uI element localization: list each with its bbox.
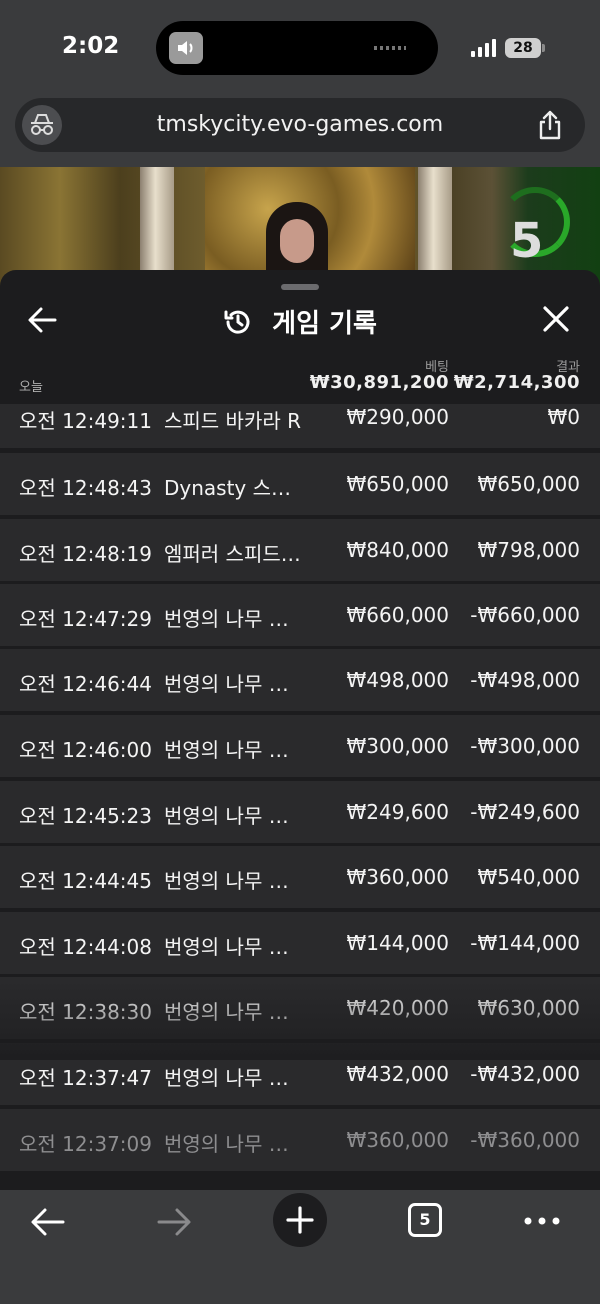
row-game: 번영의 나무 바... xyxy=(164,1066,306,1090)
tab-switcher-button[interactable]: 5 xyxy=(408,1203,442,1237)
history-row[interactable]: 오전 12:44:08 번영의 나무 바... ₩144,000 -₩144,000 xyxy=(0,912,600,974)
row-time: 오전 12:47:29 xyxy=(19,607,152,631)
arrow-right-icon[interactable] xyxy=(156,1207,192,1237)
signal-icon xyxy=(471,39,496,57)
row-bet: ₩432,000 xyxy=(346,1062,449,1086)
share-icon[interactable] xyxy=(537,110,563,140)
row-time: 오전 12:44:08 xyxy=(19,935,152,959)
battery-indicator: 28 xyxy=(505,38,541,58)
countdown-timer: 5 xyxy=(510,213,544,269)
row-time: 오전 12:48:43 xyxy=(19,476,152,500)
arrow-left-icon[interactable] xyxy=(30,1207,66,1237)
history-row[interactable]: 오전 12:47:29 번영의 나무 바... ₩660,000 -₩660,000 xyxy=(0,584,600,646)
address-bar[interactable]: tmskycity.evo-games.com xyxy=(15,98,585,152)
row-bet: ₩249,600 xyxy=(346,800,449,824)
row-game: 번영의 나무 바... xyxy=(164,607,306,631)
row-time: 오전 12:48:19 xyxy=(19,542,152,566)
section-label-today: 오늘 xyxy=(19,380,43,395)
history-row[interactable]: 오전 12:45:23 번영의 나무 바... ₩249,600 -₩249,600 xyxy=(0,781,600,843)
battery-cap xyxy=(542,44,545,52)
history-row[interactable]: 오전 12:48:43 Dynasty 스피... ₩650,000 ₩650,000 xyxy=(0,453,600,515)
list-fade xyxy=(0,980,600,1060)
row-time: 오전 12:37:09 xyxy=(19,1132,152,1156)
row-game: 번영의 나무 바... xyxy=(164,738,306,762)
row-game: 번영의 나무 바... xyxy=(164,672,306,696)
row-bet: ₩840,000 xyxy=(346,538,449,562)
row-game: Dynasty 스피... xyxy=(164,476,306,500)
row-bet: ₩144,000 xyxy=(346,931,449,955)
row-bet: ₩300,000 xyxy=(346,734,449,758)
history-icon xyxy=(224,310,250,334)
row-bet: ₩360,000 xyxy=(346,865,449,889)
row-time: 오전 12:37:47 xyxy=(19,1066,152,1090)
row-bet: ₩660,000 xyxy=(346,603,449,627)
row-time: 오전 12:46:00 xyxy=(19,738,152,762)
speaker-icon xyxy=(169,32,203,64)
row-game: 번영의 나무 바... xyxy=(164,869,306,893)
status-bar: 2:02 28 xyxy=(0,0,600,95)
row-result: -₩498,000 xyxy=(470,668,580,692)
plus-icon xyxy=(286,1206,314,1234)
dealer-face xyxy=(280,219,314,263)
row-time: 오전 12:49:11 xyxy=(19,409,152,433)
panel-header: 게임 기록 xyxy=(0,303,600,340)
history-row[interactable]: 오전 12:49:11 스피드 바카라 R ₩290,000 ₩0 xyxy=(0,404,600,448)
row-result: -₩432,000 xyxy=(470,1062,580,1086)
row-game: 번영의 나무 바... xyxy=(164,935,306,959)
sheet-grabber[interactable] xyxy=(281,284,319,290)
panel-title: 게임 기록 xyxy=(272,309,377,339)
more-dots-icon[interactable] xyxy=(524,1216,560,1226)
row-result: -₩660,000 xyxy=(470,603,580,627)
row-game: 번영의 나무 바... xyxy=(164,804,306,828)
row-result: -₩249,600 xyxy=(470,800,580,824)
row-result: -₩144,000 xyxy=(470,931,580,955)
dynamic-island xyxy=(156,21,438,75)
history-row[interactable]: 오전 12:46:44 번영의 나무 바... ₩498,000 -₩498,000 xyxy=(0,649,600,711)
close-icon[interactable] xyxy=(542,305,570,333)
browser-toolbar: 5 xyxy=(0,1190,600,1304)
history-row[interactable]: 오전 12:46:00 번영의 나무 바... ₩300,000 -₩300,000 xyxy=(0,715,600,777)
row-result: ₩650,000 xyxy=(477,472,580,496)
row-result: -₩360,000 xyxy=(470,1128,580,1152)
row-game: 엠퍼러 스피드 ... xyxy=(164,542,306,566)
row-time: 오전 12:45:23 xyxy=(19,804,152,828)
game-history-panel: 게임 기록 오늘 베팅 결과 ₩30,891,200 ₩2,714,300 오전… xyxy=(0,270,600,1190)
island-indicator xyxy=(374,46,406,50)
url-text[interactable]: tmskycity.evo-games.com xyxy=(15,112,585,137)
row-result: -₩300,000 xyxy=(470,734,580,758)
history-row[interactable]: 오전 12:48:19 엠퍼러 스피드 ... ₩840,000 ₩798,000 xyxy=(0,519,600,581)
row-game: 스피드 바카라 R xyxy=(164,409,302,433)
history-row[interactable]: 오전 12:44:45 번영의 나무 바... ₩360,000 ₩540,000 xyxy=(0,846,600,908)
row-bet: ₩498,000 xyxy=(346,668,449,692)
bet-total: ₩30,891,200 xyxy=(309,372,449,393)
row-bet: ₩290,000 xyxy=(346,405,449,429)
row-result: ₩0 xyxy=(547,405,581,429)
row-bet: ₩360,000 xyxy=(346,1128,449,1152)
row-time: 오전 12:44:45 xyxy=(19,869,152,893)
new-tab-button[interactable] xyxy=(273,1193,327,1247)
status-time: 2:02 xyxy=(62,33,120,59)
row-bet: ₩650,000 xyxy=(346,472,449,496)
row-result: ₩798,000 xyxy=(477,538,580,562)
history-row[interactable]: 오전 12:37:09 번영의 나무 바... ₩360,000 -₩360,000 xyxy=(0,1109,600,1171)
result-total: ₩2,714,300 xyxy=(453,372,580,393)
row-result: ₩540,000 xyxy=(477,865,580,889)
row-game: 번영의 나무 바... xyxy=(164,1132,306,1156)
history-list[interactable]: 오전 12:49:11 스피드 바카라 R ₩290,000 ₩0 오전 12:48:4… xyxy=(0,404,600,1190)
row-time: 오전 12:46:44 xyxy=(19,672,152,696)
